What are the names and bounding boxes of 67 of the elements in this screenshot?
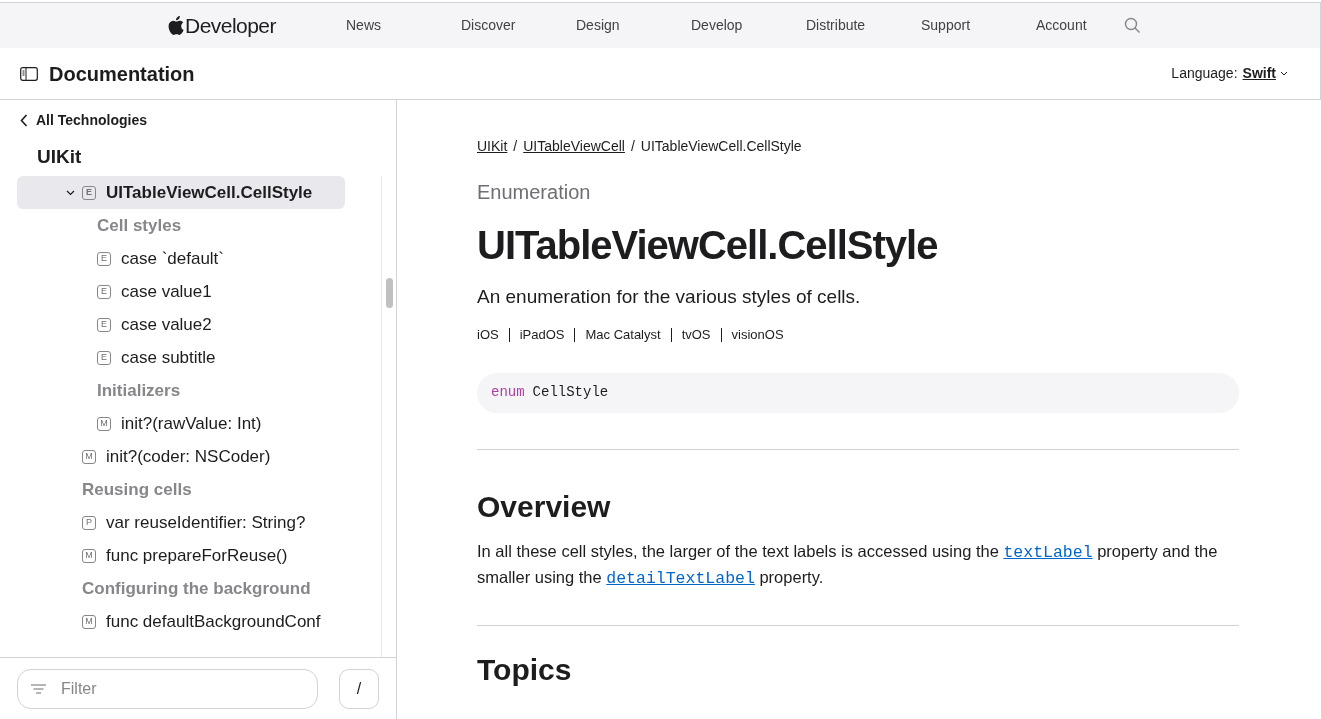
tree-item[interactable]: M func defaultBackgroundConf: [17, 605, 345, 638]
symbol-badge: E: [97, 350, 111, 365]
platform-label: visionOS: [720, 327, 784, 342]
symbol-badge: M: [82, 449, 96, 464]
code-identifier: CellStyle: [532, 383, 609, 402]
filter-field[interactable]: Filter: [17, 668, 318, 709]
code-link[interactable]: detailTextLabel: [606, 568, 755, 588]
abstract: An enumeration for the various styles of cells.: [477, 285, 862, 309]
breadcrumb-link[interactable]: UITableViewCell: [523, 136, 625, 157]
keyboard-shortcut-key[interactable]: /: [339, 668, 379, 709]
tree-item[interactable]: E case subtitle: [17, 341, 345, 374]
platform-label: tvOS: [670, 327, 711, 342]
topics-heading: Topics: [477, 651, 573, 688]
symbol-role: Enumeration: [477, 180, 592, 205]
code-keyword: enum: [491, 383, 525, 402]
section-heading: Cell styles: [97, 214, 182, 237]
code-link[interactable]: textLabel: [1003, 542, 1093, 562]
breadcrumb-link[interactable]: UIKit: [477, 136, 508, 157]
nav-link[interactable]: Discover: [461, 15, 576, 36]
symbol-badge: M: [82, 548, 96, 563]
section-heading: Initializers: [97, 379, 181, 402]
overview-heading: Overview: [477, 488, 612, 525]
nav-link[interactable]: Support: [921, 15, 1036, 36]
breadcrumb-separator: /: [513, 137, 518, 156]
sidebar-toggle-icon[interactable]: [20, 66, 38, 81]
filter-icon: [31, 683, 46, 694]
nav-link[interactable]: Account: [1036, 15, 1151, 36]
page-title: UITableViewCell.CellStyle: [477, 222, 939, 269]
chevron-left-icon: [20, 113, 28, 127]
apple-logo-icon: [168, 16, 184, 35]
symbol-badge: P: [82, 515, 96, 530]
tree-item[interactable]: E case value1: [17, 275, 345, 308]
symbol-badge: E: [82, 185, 96, 200]
platform-label: Mac Catalyst: [574, 327, 661, 342]
language-selector[interactable]: Swift: [1242, 63, 1288, 84]
tree-item[interactable]: E case value2: [17, 308, 345, 341]
tree-item[interactable]: P var reuseIdentifier: String?: [17, 506, 345, 539]
overview-paragraph: In all these cell styles, the larger of the text labels is accessed using the textLabel property and the smaller using the detailTextLabel property.: [477, 540, 1219, 590]
tree-item[interactable]: M init?(coder: NSCoder): [17, 440, 345, 473]
chevron-icon[interactable]: [66, 190, 75, 196]
breadcrumb-separator: /: [630, 137, 635, 156]
symbol-badge: E: [97, 317, 111, 332]
section-heading: Reusing cells: [82, 478, 192, 501]
documentation-title: Documentation: [49, 61, 195, 87]
developer-logo[interactable]: Developer: [168, 9, 276, 42]
nav-link[interactable]: News: [346, 15, 461, 36]
tree-item[interactable]: E case `default`: [17, 242, 345, 275]
symbol-badge: E: [97, 251, 111, 266]
language-label: Language:: [1171, 64, 1238, 83]
nav-link[interactable]: Design: [576, 15, 691, 36]
framework-title: UIKit: [37, 144, 82, 169]
chevron-icon: [1280, 71, 1288, 76]
tree-item[interactable]: E UITableViewCell.CellStyle: [17, 176, 345, 209]
section-heading: Configuring the background: [82, 577, 311, 600]
nav-link[interactable]: Distribute: [806, 15, 921, 36]
platform-label: iPadOS: [508, 327, 565, 342]
symbol-badge: M: [82, 614, 96, 629]
tree-item[interactable]: M init?(rawValue: Int): [17, 407, 345, 440]
tree-item[interactable]: M func prepareForReuse(): [17, 539, 345, 572]
breadcrumb-current: UITableViewCell.CellStyle: [640, 137, 802, 156]
symbol-badge: E: [97, 284, 111, 299]
symbol-badge: M: [97, 416, 111, 431]
back-link[interactable]: All Technologies: [0, 100, 396, 138]
nav-link[interactable]: Develop: [691, 15, 806, 36]
platform-label: iOS: [477, 327, 499, 342]
search-icon[interactable]: [1124, 17, 1141, 34]
scrollbar-thumb[interactable]: [385, 278, 393, 308]
